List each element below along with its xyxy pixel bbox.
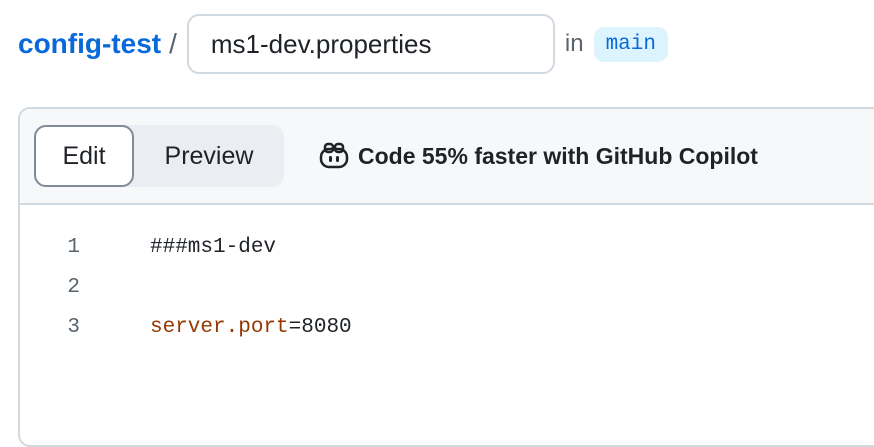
editor-toolbar: Edit Preview Code 55% faster with GitHub… [20,109,874,205]
line-content: ###ms1-dev [150,235,277,259]
property-operator: = [288,315,302,339]
branch-badge[interactable]: main [593,26,668,62]
property-value: 8080 [301,315,352,339]
editor-tabs: Edit Preview [34,125,284,187]
copilot-text: Code 55% faster with GitHub Copilot [358,142,758,169]
copilot-icon [319,142,349,169]
tab-preview[interactable]: Preview [134,125,284,187]
code-line: 2 [20,267,874,307]
in-label: in [564,30,584,57]
code-line: 1 ###ms1-dev [20,227,874,267]
path-separator: / [169,28,177,59]
property-key: server.port [150,315,289,339]
file-editor: Edit Preview Code 55% faster with GitHub… [18,107,874,447]
line-content: server.port=8080 [150,316,352,339]
line-number: 3 [67,315,80,339]
copilot-promo[interactable]: Code 55% faster with GitHub Copilot [318,141,758,171]
file-path-header: config-test / in main [18,12,668,76]
code-area[interactable]: 1 ###ms1-dev 2 3 server.port=8080 [20,205,874,347]
filename-input[interactable] [186,14,555,74]
line-number: 2 [67,275,80,299]
code-line: 3 server.port=8080 [20,307,874,347]
repo-link[interactable]: config-test [18,28,161,60]
line-number: 1 [67,235,80,259]
tab-edit[interactable]: Edit [34,125,134,187]
